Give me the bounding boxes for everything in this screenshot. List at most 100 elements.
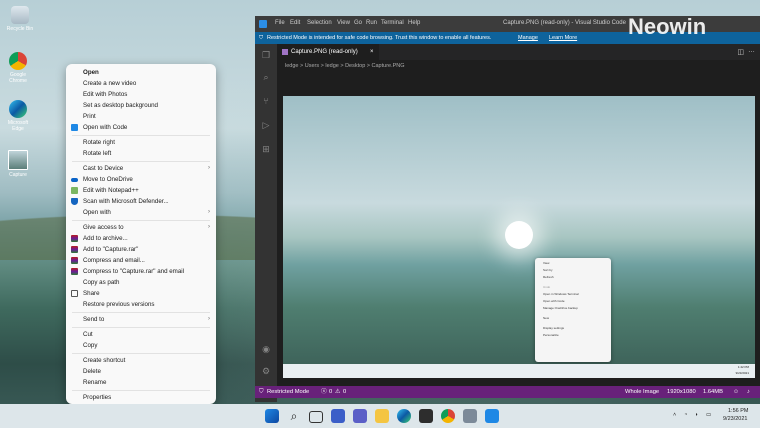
preview-taskbar: 1:42 PM 9/23/2021 [283, 364, 755, 378]
menu-item-rotate-left[interactable]: Rotate left [66, 148, 216, 159]
status-zoom[interactable]: Whole Image [625, 386, 659, 398]
menu-divider [72, 353, 210, 354]
menu-item-move-onedrive[interactable]: Move to OneDrive [66, 174, 216, 185]
split-editor-icon[interactable]: ◫ [737, 48, 744, 56]
clock-date[interactable]: 9/23/2021 [723, 416, 747, 422]
menu-item-copy[interactable]: Copy [66, 340, 216, 351]
menu-file[interactable]: File [275, 20, 285, 26]
menu-terminal[interactable]: Terminal [381, 20, 404, 26]
account-icon[interactable]: ◉ [261, 344, 271, 354]
menu-item-properties[interactable]: Properties [66, 392, 216, 403]
share-icon [71, 290, 78, 297]
menu-item-send-to[interactable]: Send to › [66, 314, 216, 325]
tab-capture-png[interactable]: Capture.PNG (read-only) × [277, 44, 379, 60]
task-view-icon[interactable] [309, 411, 323, 423]
status-warnings[interactable]: 0 [343, 386, 346, 398]
image-file-icon [8, 150, 28, 170]
paint-icon[interactable] [463, 409, 477, 423]
desktop-icon-label: Recycle Bin [6, 26, 34, 32]
extensions-icon[interactable]: ⊞ [261, 144, 271, 154]
banner-learn-more-link[interactable]: Learn More [549, 32, 577, 44]
search-icon[interactable]: ⌕ [261, 72, 271, 82]
menu-edit[interactable]: Edit [290, 20, 300, 26]
menu-item-add-capture-rar[interactable]: Add to "Capture.rar" [66, 244, 216, 255]
menu-item-rotate-right[interactable]: Rotate right [66, 137, 216, 148]
menu-item-open-with[interactable]: Open with › [66, 207, 216, 218]
menu-divider [72, 327, 210, 328]
wifi-icon[interactable]: ◔ [684, 412, 687, 418]
banner-manage-link[interactable]: Manage [518, 32, 538, 44]
teams-chat-icon[interactable] [353, 409, 367, 423]
menu-divider [72, 220, 210, 221]
menu-item-rename[interactable]: Rename [66, 377, 216, 388]
menu-item-print[interactable]: Print [66, 111, 216, 122]
menu-item-compress-email[interactable]: Compress and email... [66, 255, 216, 266]
winrar-icon [71, 268, 78, 275]
preview-sun [505, 221, 533, 249]
desktop-icon-edge[interactable]: Microsoft Edge [2, 100, 34, 132]
battery-icon[interactable]: ▭ [706, 412, 711, 418]
winrar-icon [71, 257, 78, 264]
explorer-icon[interactable]: ❐ [261, 50, 271, 60]
menu-item-set-background[interactable]: Set as desktop background [66, 100, 216, 111]
file-explorer-icon[interactable] [375, 409, 389, 423]
menu-run[interactable]: Run [366, 20, 377, 26]
search-icon[interactable]: ⌕ [287, 409, 301, 423]
menu-item-create-video[interactable]: Create a new video [66, 78, 216, 89]
menu-item-cut[interactable]: Cut [66, 329, 216, 340]
menu-go[interactable]: Go [354, 20, 362, 26]
menu-item-add-archive[interactable]: Add to archive... [66, 233, 216, 244]
edge-icon[interactable] [397, 409, 411, 423]
chrome-icon[interactable] [441, 409, 455, 423]
status-restricted-mode[interactable]: Restricted Mode [267, 386, 309, 398]
volume-icon[interactable]: ◗ [695, 412, 698, 418]
store-icon[interactable] [419, 409, 433, 423]
feedback-icon[interactable]: ☺ [733, 386, 739, 398]
menu-item-share[interactable]: Share [66, 288, 216, 299]
run-debug-icon[interactable]: ▷ [261, 120, 271, 130]
desktop-icon-chrome[interactable]: Google Chrome [2, 52, 34, 84]
menu-item-defender-scan[interactable]: Scan with Microsoft Defender... [66, 196, 216, 207]
menu-item-compress-rar-email[interactable]: Compress to "Capture.rar" and email [66, 266, 216, 277]
more-actions-icon[interactable]: … [748, 47, 755, 54]
menu-item-restore-versions[interactable]: Restore previous versions [66, 299, 216, 310]
menu-item-open[interactable]: Open [66, 67, 216, 78]
menu-item-edit-photos[interactable]: Edit with Photos [66, 89, 216, 100]
status-errors[interactable]: 0 [329, 386, 332, 398]
gear-icon[interactable]: ⚙ [261, 366, 271, 376]
edge-icon [9, 100, 27, 118]
vscode-window: File Edit Selection View Go Run Terminal… [255, 16, 760, 402]
menu-item-open-with-code[interactable]: Open with Code [66, 122, 216, 133]
desktop-icon-capture[interactable]: Capture [2, 150, 34, 178]
menu-selection[interactable]: Selection [307, 20, 332, 26]
menu-view[interactable]: View [337, 20, 350, 26]
desktop-icon-label: Google Chrome [9, 72, 27, 84]
clock-time[interactable]: 1:56 PM [728, 408, 748, 414]
status-file-size: 1.64MB [703, 389, 723, 395]
menu-divider [72, 390, 210, 391]
menu-item-copy-path[interactable]: Copy as path [66, 277, 216, 288]
menu-item-notepad-plus[interactable]: Edit with Notepad++ [66, 185, 216, 196]
vscode-icon[interactable] [485, 409, 499, 423]
widgets-icon[interactable] [331, 409, 345, 423]
tab-label: Capture.PNG (read-only) [291, 49, 358, 55]
menu-item-give-access[interactable]: Give access to › [66, 222, 216, 233]
image-preview: View Sort by Refresh Undo Open in Window… [283, 96, 755, 378]
menu-item-delete[interactable]: Delete [66, 366, 216, 377]
source-control-icon[interactable]: ⑂ [261, 96, 271, 106]
menu-item-create-shortcut[interactable]: Create shortcut [66, 355, 216, 366]
menu-help[interactable]: Help [408, 20, 420, 26]
onedrive-icon [71, 178, 78, 182]
bell-icon[interactable]: ♪ [747, 386, 750, 398]
start-icon[interactable] [265, 409, 279, 423]
menu-divider [72, 161, 210, 162]
editor-tabs: Capture.PNG (read-only) × ◫ … [277, 44, 760, 60]
window-title: Capture.PNG (read-only) - Visual Studio … [503, 20, 626, 26]
close-icon[interactable]: × [370, 44, 374, 60]
banner-text: Restricted Mode is intended for safe cod… [267, 35, 492, 41]
chevron-up-icon[interactable]: ˄ [673, 412, 676, 418]
desktop-icon-recycle-bin[interactable]: Recycle Bin [4, 6, 36, 32]
context-menu: Open Create a new video Edit with Photos… [66, 64, 216, 404]
chevron-right-icon: › [208, 224, 210, 230]
menu-item-cast-to-device[interactable]: Cast to Device › [66, 163, 216, 174]
